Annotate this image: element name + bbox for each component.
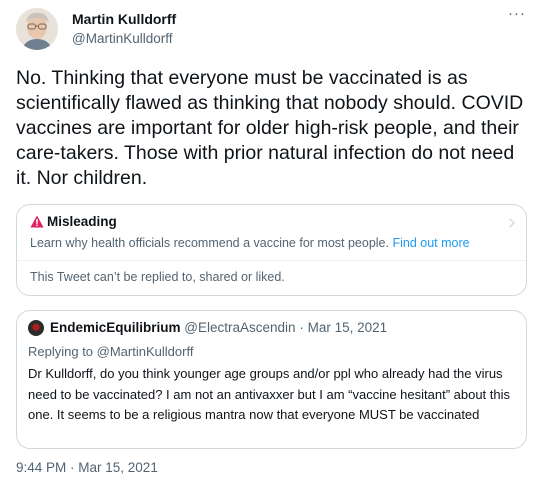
misleading-label-card[interactable]: Misleading Learn why health officials re… <box>16 204 527 296</box>
misleading-title: Misleading <box>47 214 117 229</box>
quoted-replying-to: Replying to @MartinKulldorff <box>28 344 193 359</box>
tweet-timestamp[interactable]: 9:44 PM · Mar 15, 2021 <box>16 460 158 475</box>
chevron-right-icon[interactable] <box>508 217 516 229</box>
quoted-header-separator: · <box>299 320 304 335</box>
quoted-tweet-date[interactable]: Mar 15, 2021 <box>308 320 388 335</box>
warning-icon <box>30 215 44 228</box>
quoted-author-handle[interactable]: @ElectraAscendin <box>184 320 295 335</box>
author-avatar[interactable] <box>16 8 58 50</box>
author-handle[interactable]: @MartinKulldorff <box>72 31 173 46</box>
tweet: Martin Kulldorff @MartinKulldorff ··· No… <box>0 0 537 489</box>
author-name[interactable]: Martin Kulldorff <box>72 11 176 27</box>
tweet-text: No. Thinking that everyone must be vacci… <box>16 67 524 189</box>
quoted-author-avatar[interactable] <box>28 320 44 336</box>
find-out-more-link[interactable]: Find out more <box>392 236 469 250</box>
misleading-description: Learn why health officials recommend a v… <box>30 236 470 250</box>
quoted-author-name[interactable]: EndemicEquilibrium <box>50 320 181 335</box>
misleading-description-text: Learn why health officials recommend a v… <box>30 236 389 250</box>
replying-to-handle[interactable]: @MartinKulldorff <box>97 344 194 359</box>
author-avatar-image <box>16 8 58 50</box>
replying-to-label: Replying to <box>28 344 97 359</box>
quoted-tweet-text: Dr Kulldorff, do you think younger age g… <box>28 366 511 422</box>
restriction-notice: This Tweet can’t be replied to, shared o… <box>30 270 285 284</box>
quoted-tweet-header: EndemicEquilibrium @ElectraAscendin · Ma… <box>50 320 387 335</box>
card-divider <box>17 260 526 261</box>
more-options-button[interactable]: ··· <box>505 4 529 24</box>
quoted-tweet-card[interactable]: EndemicEquilibrium @ElectraAscendin · Ma… <box>16 310 527 449</box>
